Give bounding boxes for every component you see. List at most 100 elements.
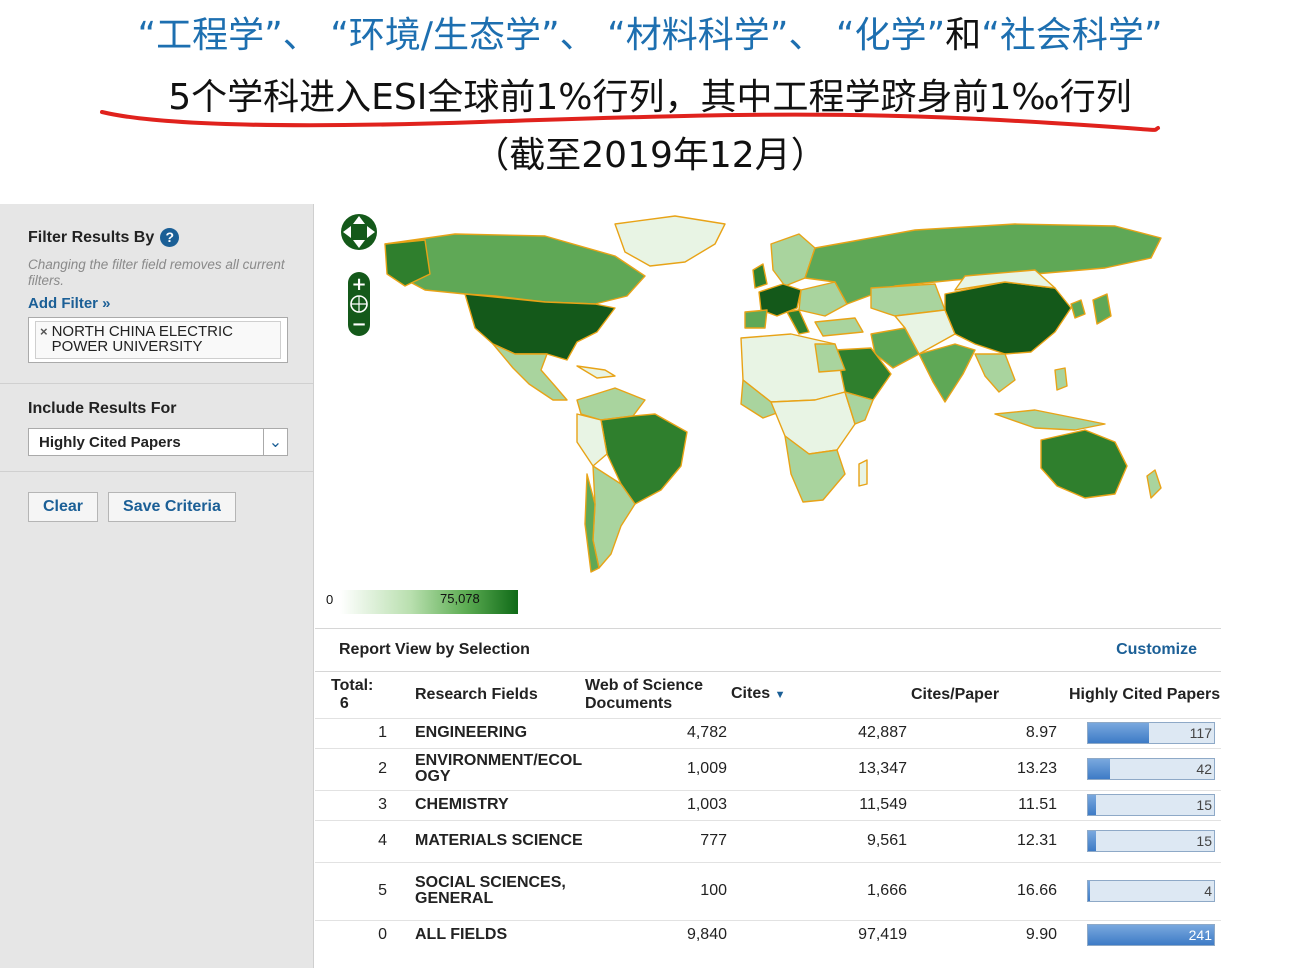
legend-color-scale — [340, 590, 518, 614]
clear-button[interactable]: Clear — [28, 492, 99, 522]
row-rank: 2 — [315, 747, 411, 790]
row-cites: 42,887 — [731, 717, 911, 748]
research-fields-header[interactable]: Research Fields — [411, 672, 585, 718]
filter-sidebar: Filter Results By ? Changing the filter … — [0, 204, 314, 968]
hcp-bar-fill — [1088, 881, 1091, 901]
remove-filter-icon[interactable]: × — [40, 324, 48, 340]
row-field-link[interactable]: SOCIAL SCIENCES, GENERAL — [411, 861, 585, 920]
row-hcp-cell: 42 — [1061, 747, 1221, 790]
row-cites: 1,666 — [731, 861, 911, 920]
map-region-italy — [786, 309, 810, 335]
row-docs: 9,840 — [585, 919, 731, 950]
row-field-link[interactable]: CHEMISTRY — [411, 789, 585, 820]
sort-desc-icon[interactable]: ▼ — [775, 689, 786, 701]
row-field-link[interactable]: MATERIALS SCIENCE — [411, 819, 585, 862]
hcp-bar[interactable]: 42 — [1087, 758, 1215, 780]
table-row: 2 ENVIRONMENT/ECOLOGY 1,009 13,347 13.23… — [315, 747, 1221, 790]
question-icon[interactable]: ? — [160, 228, 180, 247]
row-rank: 5 — [315, 861, 411, 920]
row-rank: 1 — [315, 717, 411, 748]
map-region-turkey — [814, 317, 864, 337]
hcp-bar[interactable]: 15 — [1087, 830, 1215, 852]
row-field-link[interactable]: ENGINEERING — [411, 717, 585, 748]
total-value: 6 — [339, 694, 349, 712]
row-cites: 9,561 — [731, 819, 911, 862]
map-region-central-africa — [770, 391, 856, 455]
map-region-egypt — [814, 343, 846, 373]
hcp-bar[interactable]: 117 — [1087, 722, 1215, 744]
cites-per-paper-header[interactable]: Cites/Paper — [911, 672, 1061, 718]
hcp-bar-fill — [1088, 759, 1110, 779]
active-filter-box: × NORTH CHINA ELECTRIC POWER UNIVERSITY — [28, 317, 288, 363]
row-hcp-cell: 15 — [1061, 819, 1221, 862]
zoom-in-icon: + — [351, 274, 366, 295]
zoom-out-icon: − — [351, 314, 366, 335]
hcp-bar[interactable]: 15 — [1087, 794, 1215, 816]
row-cites-per-paper: 12.31 — [911, 819, 1061, 862]
report-panel: Report View by Selection Customize Total… — [315, 628, 1221, 968]
row-field-link[interactable]: ENVIRONMENT/ECOLOGY — [411, 747, 585, 790]
map-region-philippines — [1054, 367, 1068, 391]
row-rank: 0 — [315, 919, 411, 950]
row-hcp-cell: 4 — [1061, 861, 1221, 920]
total-header: Total: 6 — [315, 672, 411, 718]
hcp-bar-value: 42 — [1196, 761, 1212, 777]
map-region-new-zealand — [1146, 469, 1162, 499]
filter-chip-label: NORTH CHINA ELECTRIC POWER UNIVERSITY — [51, 323, 234, 355]
row-docs: 777 — [585, 819, 731, 862]
row-cites: 13,347 — [731, 747, 911, 790]
row-docs: 1,009 — [585, 747, 731, 790]
hcp-bar-value: 117 — [1189, 725, 1212, 741]
save-criteria-button[interactable]: Save Criteria — [108, 492, 236, 522]
legend-max-label: 75,078 — [440, 591, 480, 606]
row-field-link[interactable]: ALL FIELDS — [411, 919, 585, 950]
map-legend: 0 75,078 — [326, 590, 518, 614]
map-region-usa — [464, 293, 616, 361]
map-region-australia — [1040, 429, 1128, 499]
legend-min-label: 0 — [326, 592, 334, 607]
row-docs: 4,782 — [585, 717, 731, 748]
hcp-bar-fill — [1088, 723, 1150, 743]
filter-chip: × NORTH CHINA ELECTRIC POWER UNIVERSITY — [35, 321, 281, 359]
highly-cited-header[interactable]: Highly Cited Papers — [1061, 672, 1221, 718]
red-underline-annotation — [100, 110, 1160, 132]
chevron-down-icon[interactable]: ⌄ — [263, 429, 287, 455]
row-hcp-cell: 117 — [1061, 717, 1221, 748]
world-map[interactable] — [315, 204, 1221, 624]
filter-note: Changing the filter field removes all cu… — [28, 257, 285, 288]
row-cites: 97,419 — [731, 919, 911, 950]
table-row: 1 ENGINEERING 4,782 42,887 8.97 117 — [315, 717, 1221, 748]
report-title: Report View by Selection — [339, 641, 530, 658]
wos-documents-header[interactable]: Web of Science Documents — [585, 672, 731, 718]
table-row: 0 ALL FIELDS 9,840 97,419 9.90 241 — [315, 919, 1221, 950]
hcp-bar[interactable]: 4 — [1087, 880, 1215, 902]
map-region-korea-japan — [1070, 293, 1112, 325]
add-filter-link[interactable]: Add Filter » — [28, 295, 313, 312]
cites-header[interactable]: Cites ▼ — [731, 672, 911, 718]
include-results-select[interactable]: Highly Cited Papers ⌄ — [28, 428, 288, 456]
row-cites: 11,549 — [731, 789, 911, 820]
hcp-bar-value: 15 — [1196, 797, 1212, 813]
map-navigation-controls[interactable]: + − — [335, 204, 383, 339]
filter-heading: Filter Results By ? — [28, 228, 313, 247]
total-label: Total: — [331, 676, 374, 694]
row-cites-per-paper: 8.97 — [911, 717, 1061, 748]
include-section: Include Results For Highly Cited Papers … — [0, 384, 313, 472]
row-docs: 100 — [585, 861, 731, 920]
hcp-bar[interactable]: 241 — [1087, 924, 1215, 947]
map-region-spain — [744, 309, 768, 329]
hcp-bar-value: 15 — [1196, 833, 1212, 849]
hcp-bar-fill — [1088, 831, 1096, 851]
map-region-caribbean — [576, 365, 616, 379]
hcp-bar-value: 241 — [1188, 927, 1212, 944]
include-select-value: Highly Cited Papers — [39, 433, 181, 451]
row-hcp-cell: 15 — [1061, 789, 1221, 820]
cites-header-label: Cites — [731, 685, 771, 703]
table-row: 3 CHEMISTRY 1,003 11,549 11.51 15 — [315, 789, 1221, 820]
report-header: Report View by Selection Customize — [315, 628, 1221, 672]
map-region-uk — [752, 263, 768, 289]
map-region-southeast-asia — [974, 353, 1016, 393]
row-docs: 1,003 — [585, 789, 731, 820]
customize-link[interactable]: Customize — [1116, 641, 1197, 659]
include-heading: Include Results For — [28, 400, 177, 417]
